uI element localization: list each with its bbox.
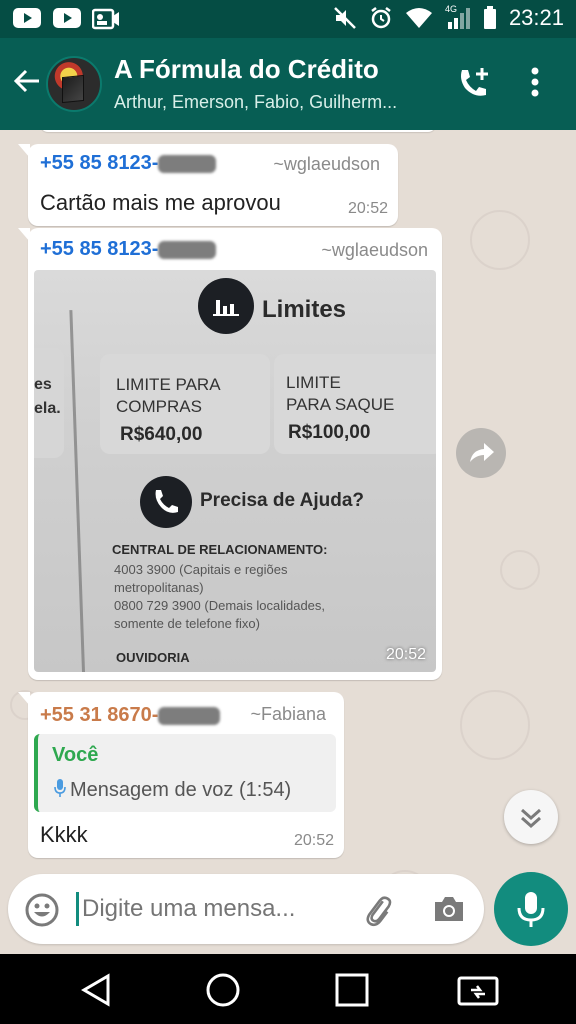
videocam-icon [92, 8, 119, 30]
photo-card2-label: LIMITE PARA SAQUE [286, 373, 395, 414]
message-time: 20:52 [293, 832, 334, 849]
emoji-icon[interactable] [24, 892, 60, 928]
sender-alias: ~wglaeudson [321, 240, 428, 260]
group-title[interactable]: A Fórmula do Crédito [114, 54, 379, 85]
message-time: 20:52 [385, 646, 426, 663]
mute-icon [334, 7, 356, 29]
photo-card1-value: R$640,00 [120, 424, 203, 445]
network-type: 4G [444, 4, 457, 14]
screen-rotate-icon[interactable] [456, 972, 500, 1008]
paperclip-icon[interactable] [360, 892, 396, 928]
quoted-message[interactable]: Você Mensagem de voz (1:54) [34, 734, 336, 812]
quote-text: Mensagem de voz (1:54) [54, 778, 291, 802]
nav-home-icon[interactable] [204, 972, 242, 1008]
message-bubble[interactable]: +55 31 8670- ~Fabiana Você Mensagem de v… [18, 692, 344, 858]
photo-side-card: es ela. [34, 348, 64, 458]
sender-phone[interactable]: +55 31 8670- [40, 704, 221, 727]
voice-record-button[interactable] [494, 872, 568, 946]
photo-line: metropolitanas) [114, 580, 204, 595]
youtube-icon [13, 8, 41, 28]
clock: 23:21 [508, 5, 564, 30]
sender-phone[interactable]: +55 85 8123- [40, 238, 217, 261]
photo-help-text: Precisa de Ajuda? [200, 490, 365, 511]
sender-alias: ~Fabiana [250, 704, 326, 724]
youtube-icon [53, 8, 81, 28]
chat-header: A Fórmula do Crédito Arthur, Emerson, Fa… [0, 38, 576, 130]
chat-area[interactable]: +55 85 8123- ~wglaeudson Cartão mais me … [0, 130, 576, 954]
phone-help-icon [140, 476, 192, 528]
photo-heading: Limites [262, 296, 347, 323]
message-input-bar[interactable] [8, 874, 484, 944]
camera-icon[interactable] [432, 894, 466, 924]
signal-icon: 4G [444, 4, 471, 30]
photo-card2-value: R$100,00 [288, 422, 371, 443]
status-bar: 4G 23:21 [0, 0, 576, 38]
add-call-icon[interactable] [456, 66, 492, 102]
sender-alias: ~wglaeudson [273, 154, 380, 174]
photo-side-text: es [34, 376, 52, 393]
text-cursor [76, 892, 79, 926]
sender-number[interactable]: +55 31 8670- [40, 704, 158, 726]
shared-photo[interactable]: es ela. Limites LIMITE PARA COMPRAS R$64… [34, 270, 436, 672]
mic-icon [517, 892, 545, 927]
battery-icon [483, 6, 496, 29]
message-bubble-image[interactable]: +55 85 8123- ~wglaeudson es ela. Limites… [18, 228, 442, 680]
limits-logo-icon [198, 278, 254, 334]
sender-phone[interactable]: +55 85 8123- [40, 152, 217, 175]
wifi-icon [405, 8, 432, 28]
photo-side-text: ela. [34, 400, 61, 417]
forward-icon [470, 443, 494, 462]
alarm-icon [371, 7, 391, 29]
sender-number[interactable]: +55 85 8123- [40, 238, 158, 260]
group-members[interactable]: Arthur, Emerson, Fabio, Guilherm... [114, 92, 430, 113]
photo-ouvidoria: OUVIDORIA [116, 650, 190, 665]
photo-central: CENTRAL DE RELACIONAMENTO: [112, 542, 328, 557]
photo-line: somente de telefone fixo) [114, 616, 260, 631]
scroll-to-bottom-button[interactable] [504, 790, 558, 844]
forward-button[interactable] [456, 428, 506, 478]
message-text: Kkkk [40, 822, 88, 847]
back-arrow-icon[interactable] [12, 66, 42, 96]
quote-text-label: Mensagem de voz (1:54) [70, 779, 292, 801]
message-text: Cartão mais me aprovou [40, 190, 281, 215]
photo-card1-label: LIMITE PARA COMPRAS [116, 375, 221, 416]
photo-line: 4003 3900 (Capitais e regiões [114, 562, 288, 577]
photo-line: 0800 729 3900 (Demais localidades, [114, 598, 326, 613]
message-bubble[interactable]: +55 85 8123- ~wglaeudson Cartão mais me … [18, 144, 398, 226]
mic-icon [54, 779, 66, 797]
message-input[interactable] [82, 886, 352, 932]
group-avatar[interactable] [46, 56, 102, 112]
sender-number[interactable]: +55 85 8123- [40, 152, 158, 174]
double-chevron-down-icon [521, 808, 541, 829]
nav-back-icon[interactable] [78, 972, 114, 1008]
nav-recents-icon[interactable] [334, 972, 370, 1008]
more-options-icon[interactable] [530, 66, 540, 98]
message-time: 20:52 [347, 200, 388, 217]
system-nav-bar [0, 954, 576, 1024]
quote-author: Você [52, 744, 99, 766]
